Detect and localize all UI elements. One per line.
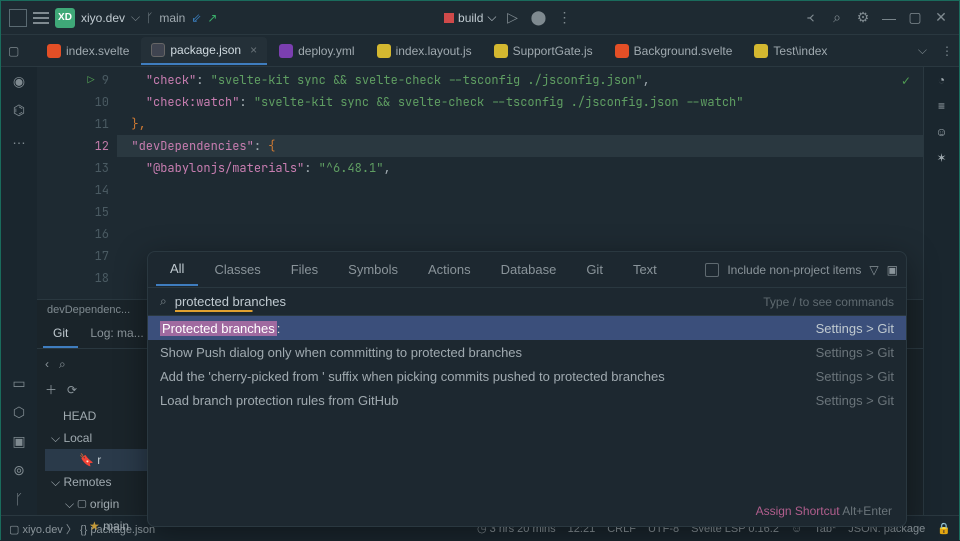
maximize-icon[interactable]: ▢ — [905, 9, 925, 26]
chevron-down-icon[interactable]: ⌵ — [912, 43, 933, 58]
result-row[interactable]: Show Push dialog only when committing to… — [148, 340, 906, 364]
debug-button[interactable]: ⬤ — [528, 9, 548, 26]
js-icon — [377, 44, 391, 58]
more-tool-icon[interactable]: … — [12, 131, 26, 147]
run-config-selector[interactable]: build ⌵ — [444, 10, 496, 25]
svelte-icon — [615, 44, 629, 58]
left-tool-strip: ◉ ⌬ … ▭ ⬡ ▣ ⊚ ᚴ — [1, 67, 37, 515]
filter-icon[interactable]: ▽ — [869, 263, 878, 277]
settings-icon[interactable]: ⚙ — [853, 9, 873, 26]
title-bar: XD xiyo.dev ⌵ ᚴ main ⇙ ↗ build ⌵ ▷ ⬤ ⋮ ᚜… — [1, 1, 959, 35]
search-results: Protected branches: Settings > Git Show … — [148, 316, 906, 412]
branch-icon: ᚴ — [146, 11, 153, 25]
search-icon: ⌕ — [160, 294, 167, 309]
main-menu-icon[interactable] — [33, 12, 49, 24]
tab-deploy-yml[interactable]: deploy.yml — [269, 38, 364, 64]
project-tool-icon[interactable]: ▢ — [8, 44, 19, 58]
search-icon[interactable]: ⌕ — [827, 9, 847, 26]
js-icon — [754, 44, 768, 58]
tab-log[interactable]: Log: ma... — [80, 320, 153, 348]
chevron-down-icon: ⌵ — [487, 10, 496, 25]
inspection-ok-icon[interactable]: ✓ — [901, 73, 911, 89]
include-nonproject-label: Include non-project items — [727, 263, 861, 277]
database-tool-icon[interactable]: ≡ — [938, 99, 945, 113]
search-input[interactable]: protected branches — [175, 294, 286, 309]
tab-git[interactable]: Git — [43, 320, 78, 348]
se-tab-classes[interactable]: Classes — [200, 254, 274, 285]
project-name[interactable]: xiyo.dev — [81, 11, 125, 25]
problems-tool-icon[interactable]: ⬡ — [13, 404, 25, 421]
tab-index-svelte[interactable]: index.svelte — [37, 38, 139, 64]
npm-icon — [444, 13, 454, 23]
se-tab-actions[interactable]: Actions — [414, 254, 485, 285]
se-tab-files[interactable]: Files — [277, 254, 332, 285]
svelte-icon — [47, 44, 61, 58]
build-tool-icon[interactable]: ▭ — [12, 375, 25, 392]
close-tab-icon[interactable]: × — [250, 43, 257, 57]
git-branch[interactable]: main — [159, 11, 185, 25]
result-row[interactable]: Load branch protection rules from GitHub… — [148, 388, 906, 412]
cwm-icon[interactable]: ᚜ — [801, 9, 821, 26]
line-gutter: ▷ 9 10 11 12 13 14 15 16 17 18 — [37, 67, 117, 289]
json-icon — [151, 43, 165, 57]
notifications-icon[interactable]: ◔ — [938, 73, 945, 87]
se-tab-git[interactable]: Git — [572, 254, 617, 285]
copilot-icon[interactable]: ☺ — [935, 125, 947, 139]
search-icon[interactable]: ⌕ — [59, 353, 66, 375]
git-tool-icon[interactable]: ᚴ — [15, 491, 23, 507]
js-icon — [494, 44, 508, 58]
right-tool-strip: ◔ ≡ ☺ ✶ — [923, 67, 959, 515]
vcs-tool-icon[interactable]: ⊚ — [13, 462, 25, 479]
minimize-icon[interactable]: — — [879, 10, 899, 26]
nav-back-icon[interactable]: ‹ — [45, 353, 49, 375]
more-actions-icon[interactable]: ⋮ — [554, 9, 574, 26]
more-tabs-icon[interactable]: ⋮ — [935, 44, 959, 58]
tab-background-svelte[interactable]: Background.svelte — [605, 38, 743, 64]
add-icon[interactable]: ＋ — [45, 379, 57, 401]
tab-package-json[interactable]: package.json× — [141, 37, 267, 65]
commit-tool-icon[interactable]: ◉ — [13, 73, 25, 90]
result-row[interactable]: Protected branches: Settings > Git — [148, 316, 906, 340]
include-nonproject-checkbox[interactable] — [705, 263, 719, 277]
push-icon[interactable]: ↗ — [207, 11, 217, 25]
editor-tabs: ▢ index.svelte package.json× deploy.yml … — [1, 35, 959, 67]
se-tab-text[interactable]: Text — [619, 254, 671, 285]
result-row[interactable]: Add the 'cherry-picked from ' suffix whe… — [148, 364, 906, 388]
chevron-down-icon[interactable]: ⌵ — [131, 10, 140, 25]
tab-supportgate-js[interactable]: SupportGate.js — [484, 38, 603, 64]
assign-shortcut[interactable]: Assign Shortcut Alt+Enter — [756, 504, 892, 518]
ide-icon — [9, 9, 27, 27]
se-tab-database[interactable]: Database — [487, 254, 571, 285]
se-tab-symbols[interactable]: Symbols — [334, 254, 412, 285]
pin-icon[interactable]: ▣ — [887, 263, 898, 277]
project-badge: XD — [55, 8, 75, 28]
ai-tool-icon[interactable]: ✶ — [936, 151, 946, 165]
se-tab-all[interactable]: All — [156, 253, 198, 286]
close-icon[interactable]: ✕ — [931, 9, 951, 26]
tab-index-layout-js[interactable]: index.layout.js — [367, 38, 482, 64]
search-hint: Type / to see commands — [763, 295, 894, 309]
lock-icon[interactable]: 🔒 — [937, 522, 951, 535]
yml-icon — [279, 44, 293, 58]
update-icon[interactable]: ⇙ — [191, 11, 201, 25]
fetch-icon[interactable]: ⟳ — [67, 379, 77, 401]
search-everywhere-popup: All Classes Files Symbols Actions Databa… — [147, 251, 907, 527]
structure-tool-icon[interactable]: ⌬ — [13, 102, 25, 119]
terminal-tool-icon[interactable]: ▣ — [12, 433, 25, 450]
tab-test-index[interactable]: Test\index — [744, 38, 837, 64]
run-button[interactable]: ▷ — [502, 9, 522, 26]
